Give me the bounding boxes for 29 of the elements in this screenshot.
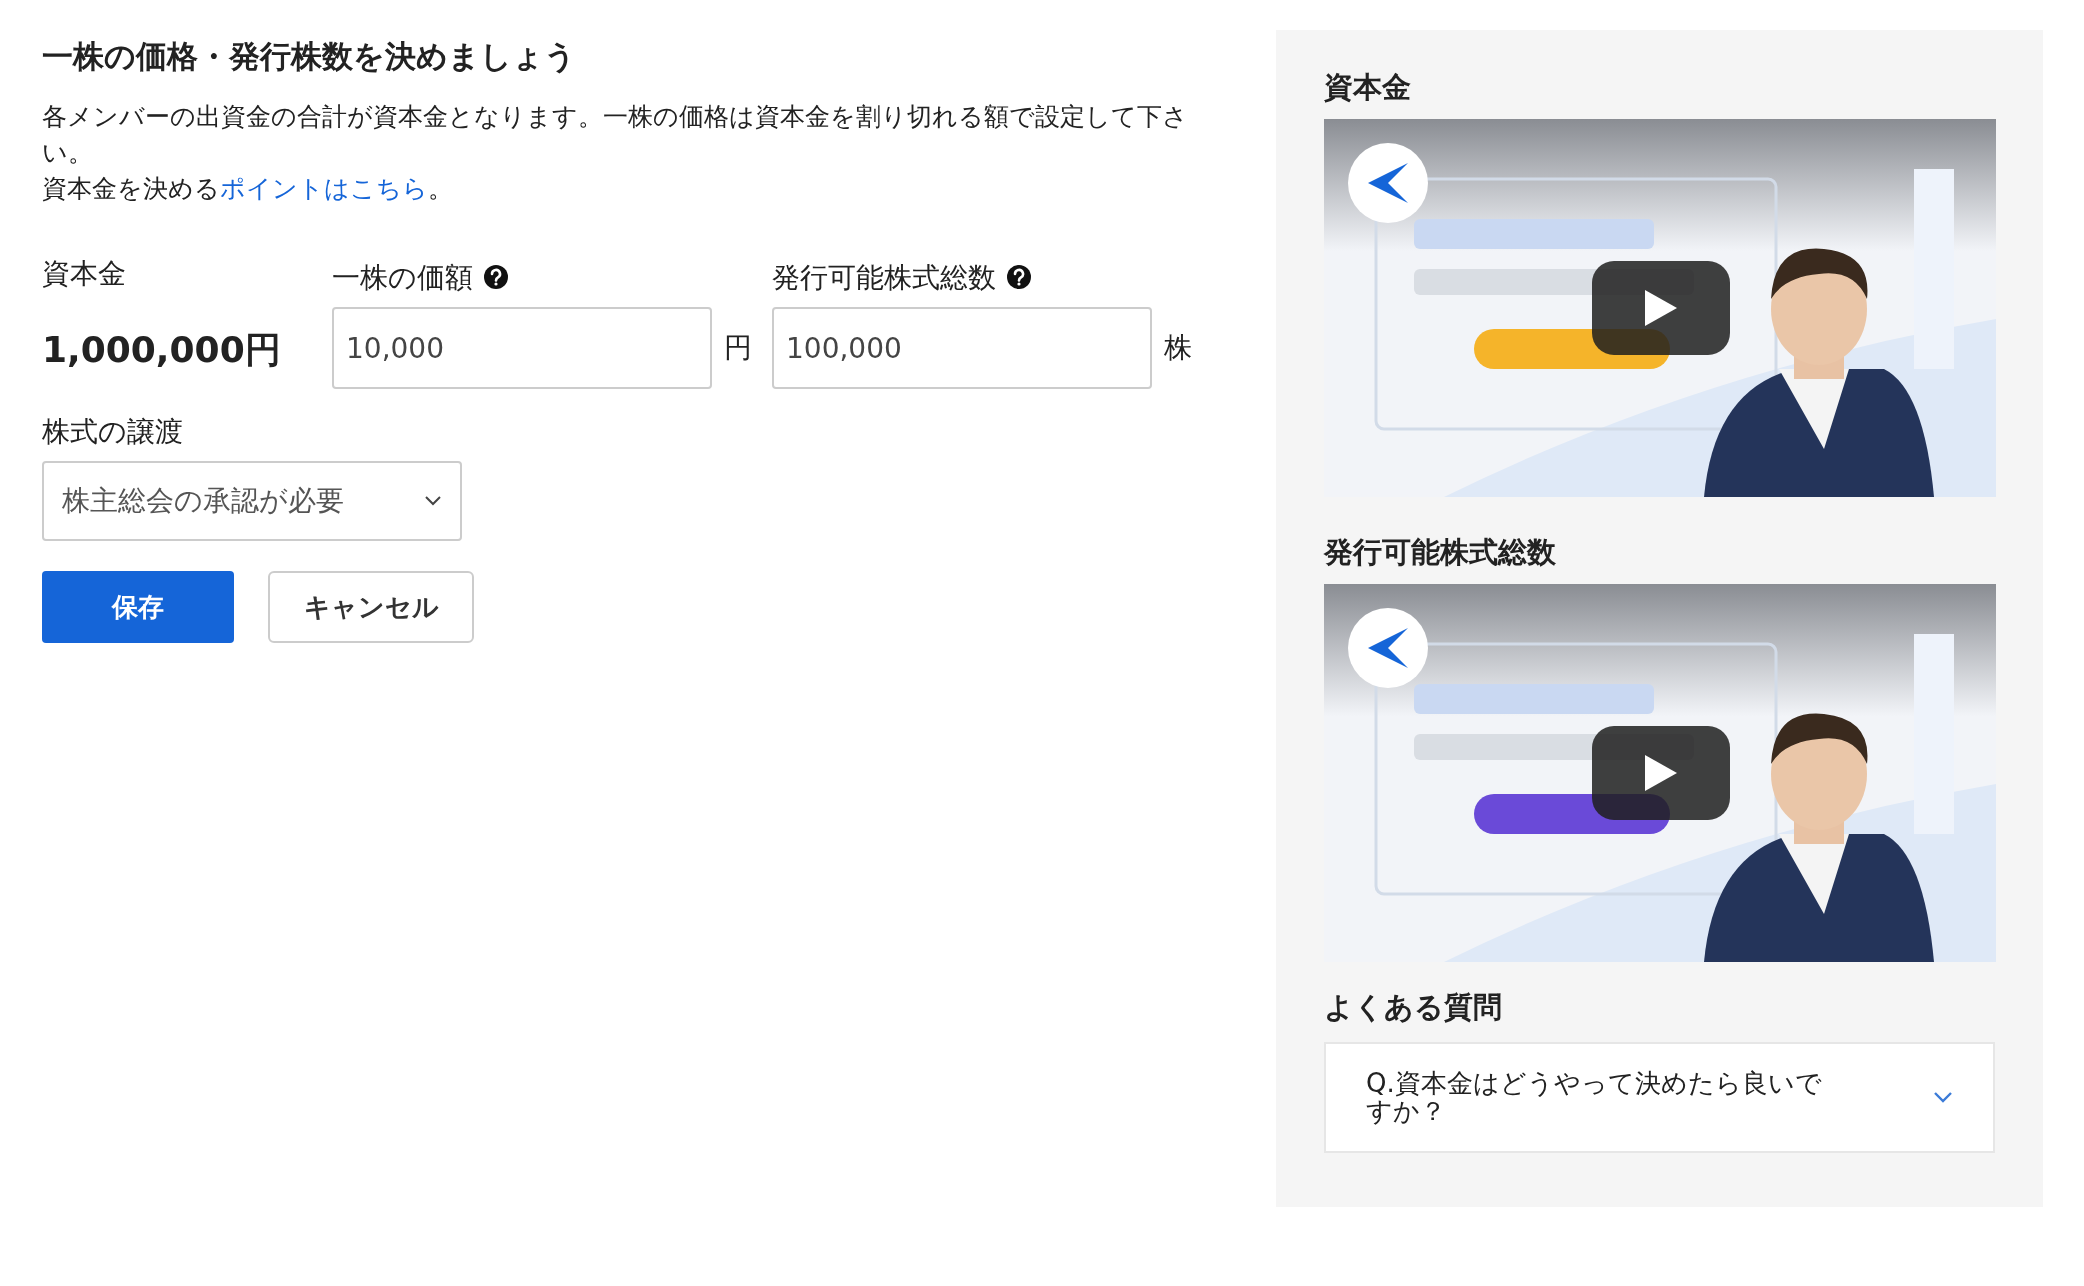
capital-amount: 1,000,000円: [42, 328, 282, 373]
page-title: 一株の価格・発行株数を決めましょう: [42, 38, 577, 76]
section-heading: 発行可能株式総数: [1324, 534, 1557, 570]
field-label: 一株の価額: [332, 261, 473, 295]
input-field[interactable]: 10,000: [332, 307, 712, 390]
field-label: 資本金: [42, 256, 127, 293]
play-icon: [1643, 287, 1679, 328]
punctuation-text: 。: [428, 174, 453, 204]
help-icon[interactable]: [483, 264, 509, 291]
description-text: 資本金を決める: [42, 174, 220, 204]
unit-label: 円: [723, 330, 753, 367]
chevron-down-icon: [424, 495, 442, 508]
play-icon: [1643, 752, 1679, 793]
cancel-button[interactable]: キャンセル: [268, 571, 474, 644]
play-button[interactable]: [1592, 260, 1730, 355]
section-heading: よくある質問: [1324, 989, 1503, 1025]
select-dropdown[interactable]: 株主総会の承認が必要: [42, 461, 462, 542]
unit-label: 株: [1163, 330, 1193, 367]
save-button[interactable]: 保存: [42, 571, 234, 644]
help-icon[interactable]: [1006, 264, 1032, 291]
points-link[interactable]: ポイントはこちら: [220, 174, 428, 204]
play-button[interactable]: [1592, 725, 1730, 820]
field-label: 株式の譲渡: [42, 414, 184, 451]
faq-item[interactable]: Q.資本金はどうやって決めたら良いですか？: [1324, 1042, 1995, 1153]
description-text: 各メンバーの出資金の合計が資本金となります。一株の価格は資本金を割り切れる額で設定して下さい。: [42, 101, 1189, 170]
field-label: 発行可能株式総数: [772, 261, 996, 295]
section-heading: 資本金: [1324, 70, 1412, 105]
chevron-down-icon: [1933, 1090, 1953, 1105]
input-field[interactable]: 100,000: [772, 307, 1152, 390]
